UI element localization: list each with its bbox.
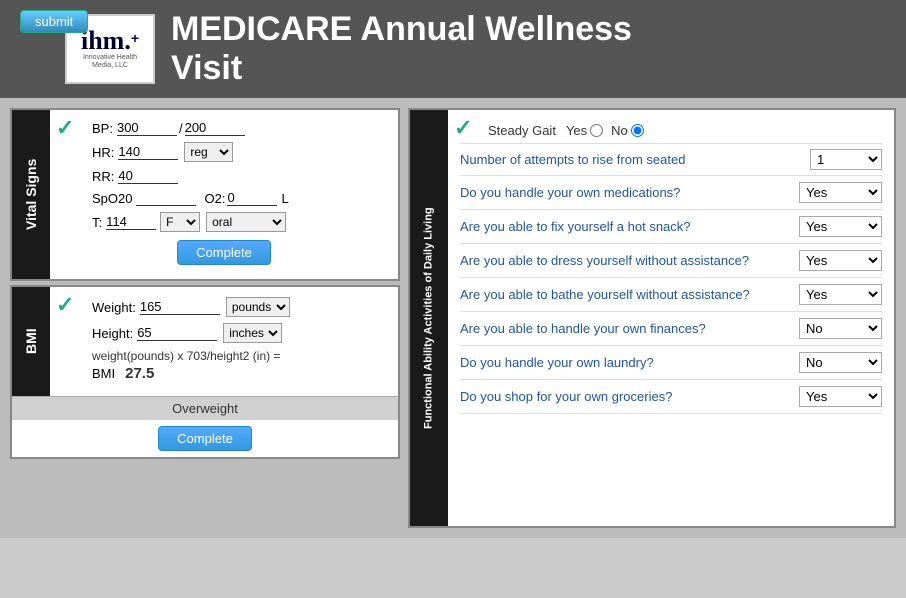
- hr-label: HR:: [92, 145, 114, 160]
- steady-gait-yes-radio[interactable]: [590, 124, 603, 137]
- question-row: Do you handle your own medications?YesNo…: [460, 176, 882, 210]
- question-answer-select-5[interactable]: YesNoWith Help: [799, 352, 882, 373]
- temp-input[interactable]: [106, 214, 156, 230]
- hr-rhythm-select[interactable]: reg irreg: [184, 142, 233, 162]
- submit-button[interactable]: submit: [20, 10, 88, 33]
- question-answer-select-1[interactable]: YesNoWith Help: [799, 216, 882, 237]
- question-row: Do you shop for your own groceries?YesNo…: [460, 380, 882, 414]
- question-answer-select-2[interactable]: YesNoWith Help: [799, 250, 882, 271]
- steady-gait-yes-label: Yes: [566, 123, 587, 138]
- steady-gait-no-label: No: [611, 123, 628, 138]
- question-row: Are you able to fix yourself a hot snack…: [460, 210, 882, 244]
- height-label: Height:: [92, 326, 133, 341]
- functional-checkmark: ✓: [454, 115, 472, 141]
- logo-subtitle: Innovative Health Media, LLC: [75, 54, 145, 71]
- o2-input[interactable]: [227, 190, 277, 206]
- weight-input[interactable]: [140, 299, 220, 315]
- attempts-label: Number of attempts to rise from seated: [460, 152, 810, 167]
- steady-gait-label: Steady Gait: [488, 123, 556, 138]
- question-answer-select-3[interactable]: YesNoWith Help: [799, 284, 882, 305]
- bp-diastolic-input[interactable]: [185, 120, 245, 136]
- question-row: Are you able to dress yourself without a…: [460, 244, 882, 278]
- weight-unit-select[interactable]: pounds kg: [226, 297, 290, 317]
- hr-input[interactable]: [118, 144, 178, 160]
- question-text-5: Do you handle your own laundry?: [460, 355, 799, 370]
- bmi-status: Overweight: [12, 396, 398, 420]
- logo-text: ihm.: [81, 28, 131, 54]
- temp-label: T:: [92, 215, 102, 230]
- bmi-calc-label: BMI: [92, 366, 115, 381]
- steady-gait-row: Steady Gait Yes No: [460, 118, 882, 144]
- question-answer-select-0[interactable]: YesNoWith Help: [799, 182, 882, 203]
- rr-label: RR:: [92, 169, 114, 184]
- functional-ability-label: Functional Ability Activities of Daily L…: [410, 110, 448, 526]
- steady-gait-no-radio[interactable]: [631, 124, 644, 137]
- weight-label: Weight:: [92, 300, 136, 315]
- question-answer-select-6[interactable]: YesNoWith Help: [799, 386, 882, 407]
- question-text-2: Are you able to dress yourself without a…: [460, 253, 799, 268]
- height-input[interactable]: [137, 325, 217, 341]
- header-title: MEDICARE Annual Wellness Visit: [171, 10, 632, 88]
- o2-unit: L: [281, 191, 288, 206]
- logo-plus-icon: +: [131, 30, 139, 46]
- o2-label: O2:: [204, 191, 225, 206]
- height-unit-select[interactable]: inches cm: [223, 323, 282, 343]
- temp-scale-select[interactable]: F C: [160, 212, 200, 232]
- spo2-label: SpO20: [92, 191, 132, 206]
- functional-ability-section: Functional Ability Activities of Daily L…: [408, 108, 896, 528]
- bmi-section: BMI ✓ Weight: pounds kg Height:: [10, 285, 400, 459]
- question-answer-select-4[interactable]: YesNoWith Help: [799, 318, 882, 339]
- bp-separator: /: [179, 121, 183, 136]
- spo2-input[interactable]: [136, 190, 196, 206]
- bmi-formula: weight(pounds) x 703/height2 (in) =: [92, 349, 384, 363]
- question-text-4: Are you able to handle your own finances…: [460, 321, 799, 336]
- vital-signs-label: Vital Signs: [12, 110, 50, 279]
- bp-label: BP:: [92, 121, 113, 136]
- bmi-complete-button[interactable]: Complete: [158, 426, 252, 451]
- question-row: Do you handle your own laundry?YesNoWith…: [460, 346, 882, 380]
- question-text-0: Do you handle your own medications?: [460, 185, 799, 200]
- vital-signs-section: Vital Signs ✓ BP: / HR: reg irreg: [10, 108, 400, 281]
- attempts-select[interactable]: 1 2 3 4+: [810, 149, 882, 170]
- rr-input[interactable]: [118, 168, 178, 184]
- question-row: Are you able to handle your own finances…: [460, 312, 882, 346]
- bmi-label: BMI: [12, 287, 50, 396]
- bmi-calc-value: 27.5: [125, 365, 154, 382]
- bp-systolic-input[interactable]: [117, 120, 177, 136]
- question-text-1: Are you able to fix yourself a hot snack…: [460, 219, 799, 234]
- vital-signs-complete-button[interactable]: Complete: [177, 240, 271, 265]
- question-text-3: Are you able to bathe yourself without a…: [460, 287, 799, 302]
- question-text-6: Do you shop for your own groceries?: [460, 389, 799, 404]
- bmi-checkmark: ✓: [56, 292, 74, 318]
- temp-method-select[interactable]: oral axil rectal tympanic: [206, 212, 286, 232]
- attempts-row: Number of attempts to rise from seated 1…: [460, 144, 882, 176]
- vital-signs-checkmark: ✓: [56, 115, 74, 141]
- question-row: Are you able to bathe yourself without a…: [460, 278, 882, 312]
